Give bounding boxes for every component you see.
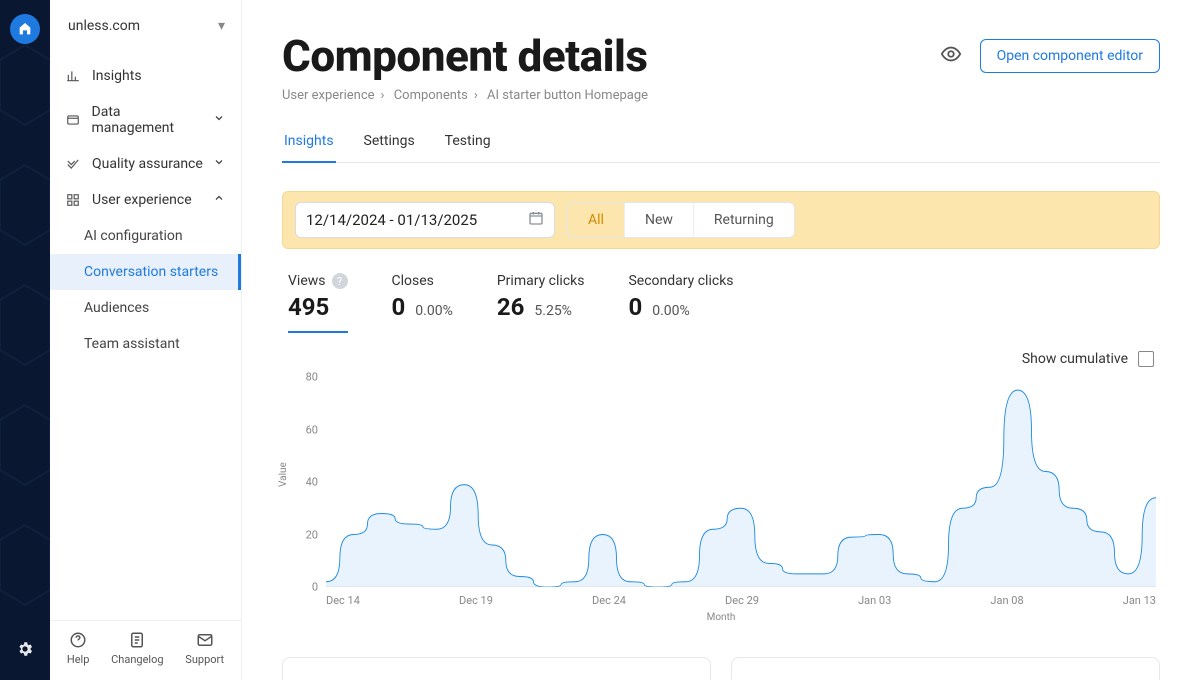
breadcrumb-link[interactable]: Components <box>394 88 468 103</box>
bottom-cards <box>282 657 1160 680</box>
chevron-down-icon <box>213 156 225 172</box>
layout-icon <box>66 193 82 207</box>
metric-closes[interactable]: Closes 00.00% <box>392 273 453 333</box>
chevron-down-icon <box>213 112 225 128</box>
sidebar-label: User experience <box>92 192 192 208</box>
sidebar: unless.com ▾ Insights Data management Qu… <box>50 0 242 680</box>
changelog-button[interactable]: Changelog <box>111 631 163 666</box>
app-rail <box>0 0 50 680</box>
show-cumulative-row: Show cumulative <box>282 339 1160 373</box>
tab-settings[interactable]: Settings <box>362 125 417 162</box>
support-button[interactable]: Support <box>185 631 224 666</box>
breadcrumb-link[interactable]: User experience <box>282 88 375 103</box>
help-icon[interactable]: ? <box>332 273 348 289</box>
segment-new[interactable]: New <box>624 203 693 237</box>
page-title: Component details <box>282 30 647 82</box>
show-cumulative-label: Show cumulative <box>1022 351 1128 367</box>
site-switcher[interactable]: unless.com ▾ <box>50 0 241 52</box>
show-cumulative-checkbox[interactable] <box>1138 351 1154 367</box>
segment-control: All New Returning <box>567 202 795 238</box>
chart: Value 020406080 Dec 14Dec 19Dec 24Dec 29… <box>282 377 1160 617</box>
segment-returning[interactable]: Returning <box>693 203 794 237</box>
tab-testing[interactable]: Testing <box>443 125 493 162</box>
sidebar-item-insights[interactable]: Insights <box>50 58 241 94</box>
main-content: Component details Open component editor … <box>242 0 1200 680</box>
eye-icon[interactable] <box>940 43 962 69</box>
card-placeholder <box>282 657 711 680</box>
sidebar-sub-ai-config[interactable]: AI configuration <box>50 218 241 254</box>
tab-insights[interactable]: Insights <box>282 125 336 163</box>
chevron-down-icon: ▾ <box>218 18 225 34</box>
help-button[interactable]: Help <box>67 631 90 666</box>
sidebar-label: Data management <box>92 104 203 136</box>
bar-chart-icon <box>66 69 82 83</box>
settings-icon[interactable] <box>16 640 34 662</box>
chart-plot[interactable] <box>326 377 1156 587</box>
date-range-value: 12/14/2024 - 01/13/2025 <box>306 211 477 229</box>
check-icon <box>66 157 82 171</box>
sidebar-item-data-mgmt[interactable]: Data management <box>50 94 241 146</box>
sidebar-item-ux[interactable]: User experience <box>50 182 241 218</box>
sidebar-sub-conversation-starters[interactable]: Conversation starters <box>50 254 241 290</box>
sidebar-sub-audiences[interactable]: Audiences <box>50 290 241 326</box>
card-placeholder <box>731 657 1160 680</box>
metric-secondary-clicks[interactable]: Secondary clicks 00.00% <box>628 273 733 333</box>
chevron-up-icon <box>213 192 225 208</box>
calendar-icon <box>528 210 544 230</box>
database-icon <box>66 113 82 127</box>
sidebar-item-qa[interactable]: Quality assurance <box>50 146 241 182</box>
open-editor-button[interactable]: Open component editor <box>980 39 1160 73</box>
filter-bar: 12/14/2024 - 01/13/2025 All New Returnin… <box>282 191 1160 249</box>
sidebar-footer: Help Changelog Support <box>50 620 241 680</box>
tabs: Insights Settings Testing <box>282 125 1160 163</box>
segment-all[interactable]: All <box>568 203 624 237</box>
x-axis: Dec 14Dec 19Dec 24Dec 29Jan 03Jan 08Jan … <box>326 594 1156 607</box>
sidebar-label: Quality assurance <box>92 156 203 172</box>
metric-views[interactable]: Views? 495 <box>288 273 348 333</box>
sidebar-sub-team-assistant[interactable]: Team assistant <box>50 326 241 362</box>
app-logo[interactable] <box>10 14 40 44</box>
breadcrumb-current: AI starter button Homepage <box>487 88 648 103</box>
metric-primary-clicks[interactable]: Primary clicks 265.25% <box>497 273 585 333</box>
y-axis: 020406080 <box>282 377 322 587</box>
x-axis-label: Month <box>282 612 1160 623</box>
metrics-row: Views? 495 Closes 00.00% Primary clicks … <box>282 263 1160 339</box>
sidebar-label: Insights <box>92 68 142 84</box>
site-name: unless.com <box>68 18 140 34</box>
breadcrumb: User experience› Components› AI starter … <box>282 88 1160 103</box>
date-range-input[interactable]: 12/14/2024 - 01/13/2025 <box>295 202 555 238</box>
